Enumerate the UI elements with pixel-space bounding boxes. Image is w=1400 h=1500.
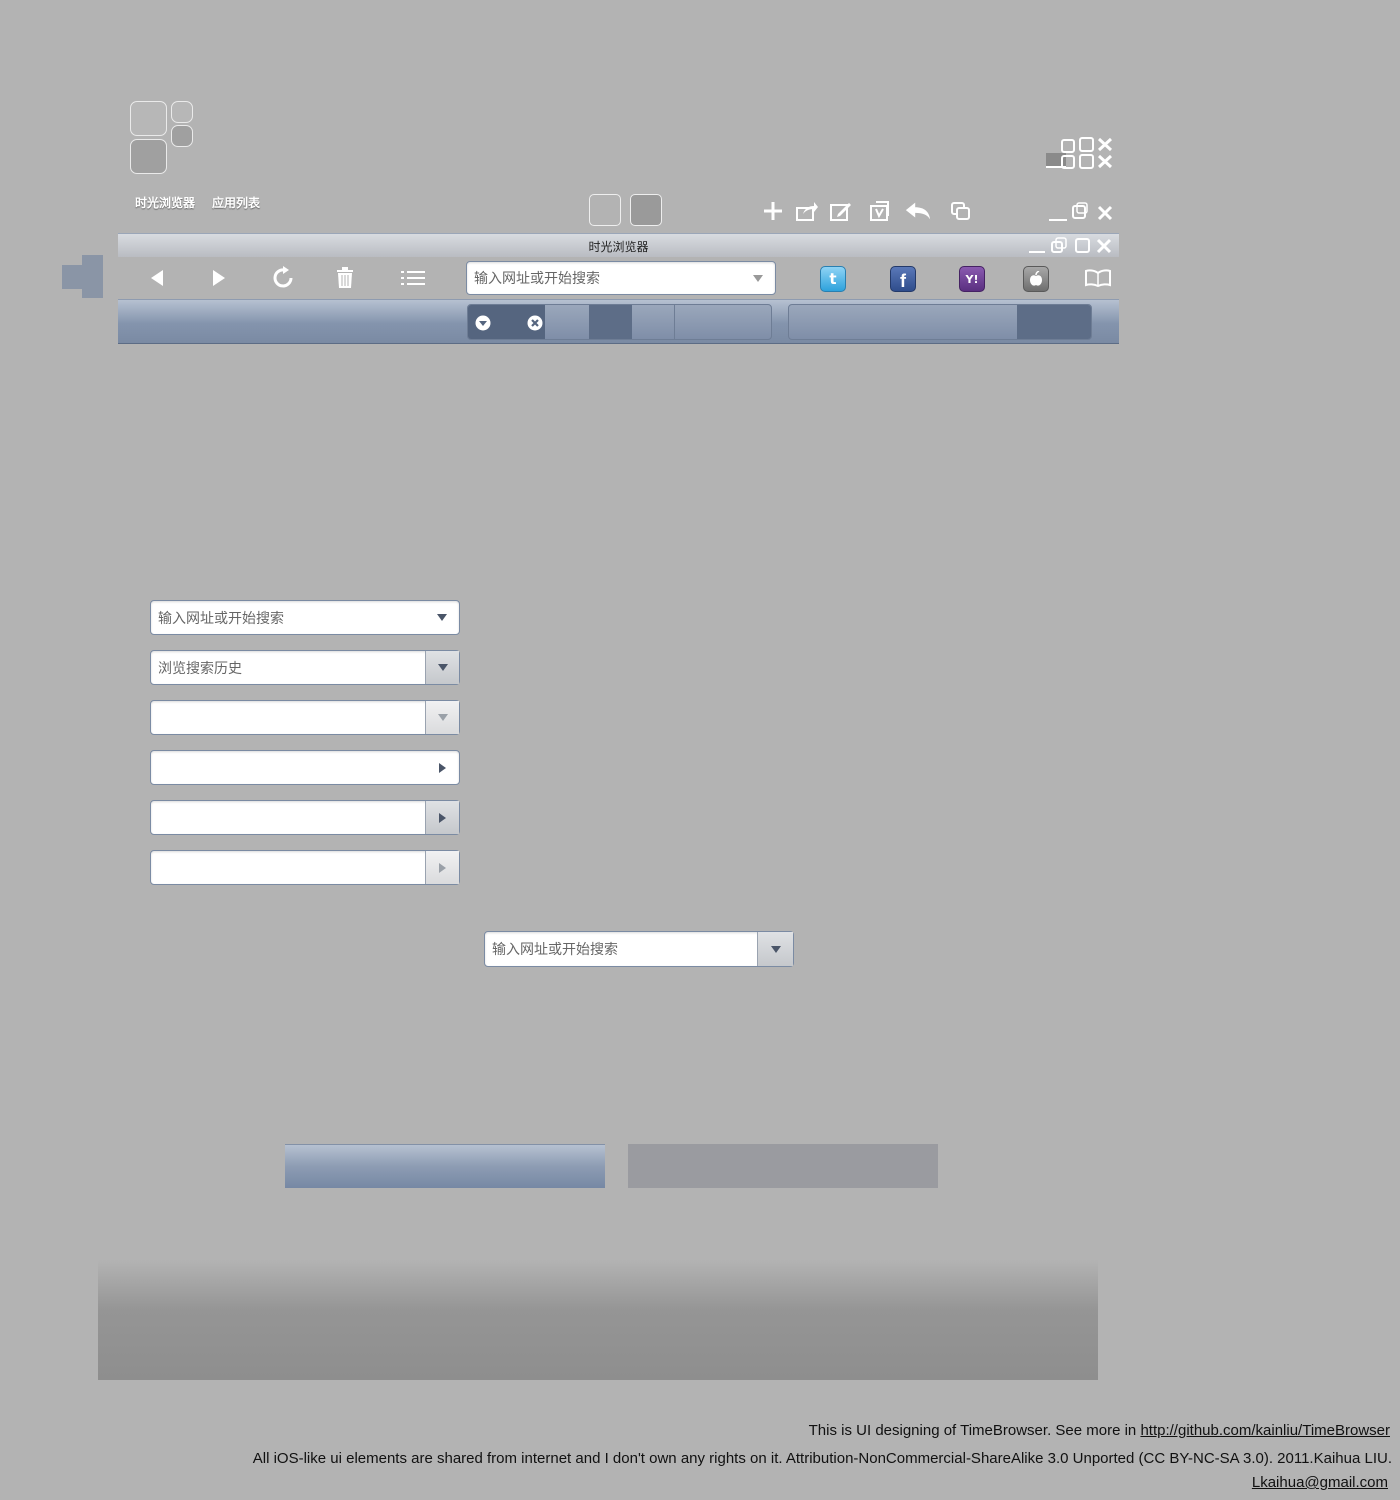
footer-email-link[interactable]: Lkaihua@gmail.com xyxy=(1252,1474,1388,1491)
dropdown-icon[interactable] xyxy=(425,651,459,684)
tile-large-top[interactable] xyxy=(130,101,167,136)
maximize-icon xyxy=(1075,238,1090,253)
restore-icon xyxy=(1051,237,1067,253)
sample-field-centered[interactable]: 输入网址或开始搜索 xyxy=(484,931,794,967)
sample-field-2-text: 浏览搜索历史 xyxy=(158,660,242,677)
sample-field-5[interactable] xyxy=(150,800,460,835)
url-input[interactable]: 输入网址或开始搜索 xyxy=(474,262,600,294)
toggle-square-dark[interactable] xyxy=(630,194,662,226)
toggle-square-light[interactable] xyxy=(589,194,621,226)
footer-line-1-text: This is UI designing of TimeBrowser. See… xyxy=(808,1422,1141,1439)
tab-close-icon[interactable] xyxy=(527,315,543,335)
tile-large-bottom[interactable] xyxy=(130,139,167,174)
footer-email: Lkaihua@gmail.com xyxy=(1252,1474,1388,1491)
dropdown-icon[interactable] xyxy=(757,932,793,966)
undo-icon[interactable] xyxy=(904,197,932,225)
facebook-icon[interactable]: f xyxy=(890,266,916,292)
sample-field-6[interactable] xyxy=(150,850,460,885)
arrow-right-icon[interactable] xyxy=(425,851,459,884)
tab-active[interactable] xyxy=(468,305,545,339)
forward-icon[interactable] xyxy=(203,264,235,292)
close-icon xyxy=(1096,238,1112,254)
tab-segment-wide[interactable] xyxy=(789,305,1017,339)
arrow-right-icon[interactable] xyxy=(425,801,459,834)
window-controls-icon xyxy=(1044,134,1116,174)
share-icon[interactable] xyxy=(793,197,821,225)
window-titlebar[interactable]: 时光浏览器 xyxy=(118,233,1119,257)
footer-line-2: All iOS-like ui elements are shared from… xyxy=(252,1450,1392,1467)
sample-field-centered-text: 输入网址或开始搜索 xyxy=(492,942,618,958)
sample-field-1-text: 输入网址或开始搜索 xyxy=(158,610,284,627)
side-tab-icon[interactable] xyxy=(62,255,104,303)
tab-segment-1[interactable] xyxy=(545,305,589,339)
app-label-app-list[interactable]: 应用列表 xyxy=(212,194,260,211)
window-buttons-top xyxy=(1047,202,1117,224)
apple-icon[interactable] xyxy=(1023,266,1049,292)
dropdown-icon[interactable] xyxy=(741,262,775,294)
footer-link[interactable]: http://github.com/kainliu/TimeBrowser xyxy=(1140,1422,1390,1439)
sample-field-1[interactable]: 输入网址或开始搜索 xyxy=(150,600,460,635)
edit-icon[interactable] xyxy=(827,197,855,225)
window-buttons xyxy=(1027,237,1115,259)
sample-field-2[interactable]: 浏览搜索历史 xyxy=(150,650,460,685)
tab-group-left xyxy=(467,304,772,340)
bar-blue xyxy=(285,1144,605,1188)
tab-segment-2[interactable] xyxy=(589,305,632,339)
tab-segment-4[interactable] xyxy=(675,305,771,339)
bottom-shade-panel xyxy=(98,1260,1098,1380)
tile-small-mid[interactable] xyxy=(171,125,193,147)
dropdown-icon[interactable] xyxy=(425,701,459,734)
tab-segment-3[interactable] xyxy=(632,305,675,339)
tab-menu-icon[interactable] xyxy=(475,315,491,335)
add-icon[interactable] xyxy=(759,197,787,225)
url-bar[interactable]: 输入网址或开始搜索 xyxy=(466,261,776,295)
tile-small-top[interactable] xyxy=(171,101,193,123)
bar-gray xyxy=(628,1144,938,1188)
copy-icon[interactable] xyxy=(947,197,975,225)
tab-segment-dark[interactable] xyxy=(1017,305,1091,339)
reload-icon[interactable] xyxy=(268,264,300,292)
book-icon[interactable] xyxy=(1082,264,1114,292)
sample-field-3[interactable] xyxy=(150,700,460,735)
footer-line-1: This is UI designing of TimeBrowser. See… xyxy=(809,1422,1390,1439)
trash-icon[interactable] xyxy=(329,264,361,292)
sample-field-4[interactable] xyxy=(150,750,460,785)
tab-group-right xyxy=(788,304,1092,340)
list-icon[interactable] xyxy=(397,264,429,292)
dropdown-icon[interactable] xyxy=(425,601,459,634)
back-icon[interactable] xyxy=(141,264,173,292)
bookmark-add-icon[interactable] xyxy=(866,197,894,225)
arrow-right-icon[interactable] xyxy=(425,751,459,784)
twitter-icon[interactable]: t xyxy=(820,266,846,292)
app-label-browser[interactable]: 时光浏览器 xyxy=(135,194,195,211)
window-title: 时光浏览器 xyxy=(588,240,649,254)
yahoo-icon[interactable]: Y! xyxy=(959,266,985,292)
